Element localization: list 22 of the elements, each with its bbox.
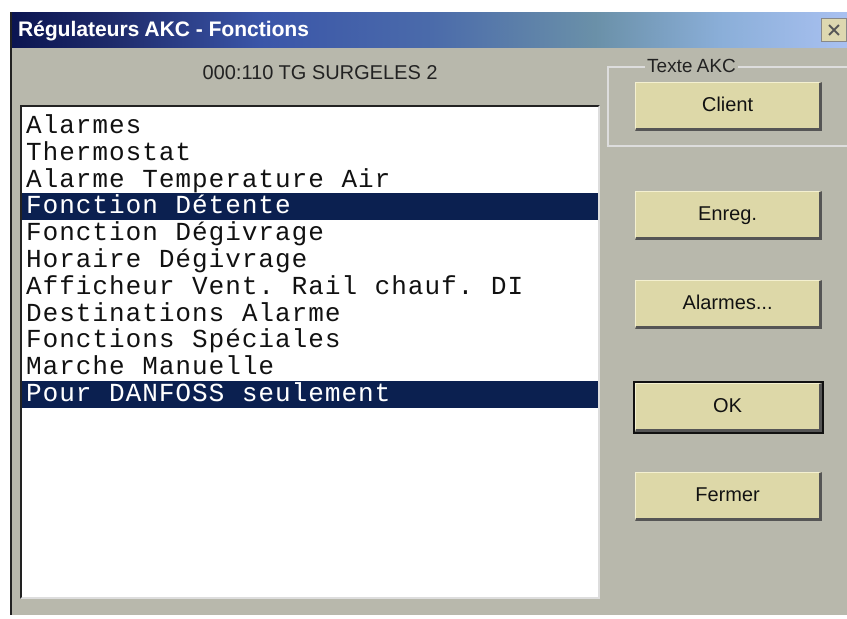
device-label: 000:110 TG SURGELES 2 [202, 61, 438, 86]
list-item[interactable]: Fonctions Spéciales [22, 327, 598, 354]
client-button[interactable]: Client [635, 82, 822, 131]
list-item[interactable]: Alarmes [22, 113, 598, 140]
list-item[interactable]: Alarme Temperature Air [22, 166, 598, 194]
list-item[interactable]: Destinations Alarme [22, 300, 598, 328]
list-item[interactable]: Marche Manuelle [22, 354, 598, 381]
list-item[interactable]: Horaire Dégivrage [22, 246, 598, 274]
dialog-button[interactable]: Fermer [635, 472, 822, 521]
dialog-button[interactable]: OK [635, 383, 822, 432]
group-title: Texte AKC [646, 56, 737, 78]
dialog-button[interactable]: Enreg. [635, 191, 822, 240]
function-list[interactable] [20, 105, 600, 599]
list-item[interactable]: Fonction Détente [22, 193, 598, 220]
window-title: Régulateurs AKC - Fonctions [17, 18, 309, 42]
close-icon [826, 22, 842, 38]
list-item[interactable]: Pour DANFOSS seulement [22, 380, 598, 408]
list-item[interactable]: Afficheur Vent. Rail chauf. DI [22, 274, 598, 301]
list-item[interactable]: Thermostat [22, 140, 598, 167]
close-button[interactable] [821, 18, 847, 42]
dialog-button[interactable]: Alarmes... [635, 280, 822, 329]
list-item[interactable]: Fonction Dégivrage [22, 220, 598, 247]
